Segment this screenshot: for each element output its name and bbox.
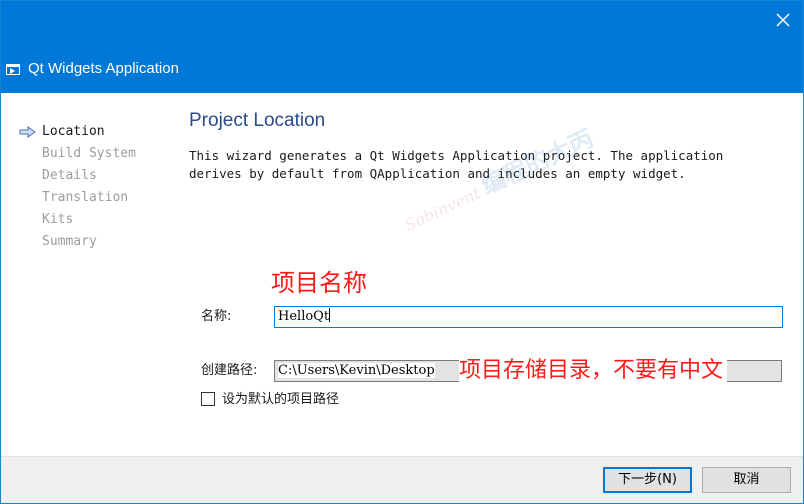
- window-title: Qt Widgets Application: [28, 60, 179, 77]
- step-kits: Kits: [19, 210, 136, 232]
- wizard-steps: Location Build System Details Translatio…: [19, 122, 136, 254]
- page-description: This wizard generates a Qt Widgets Appli…: [189, 147, 779, 182]
- step-translation: Translation: [19, 188, 136, 210]
- step-details: Details: [19, 166, 136, 188]
- arrow-right-icon: [19, 126, 36, 138]
- step-label: Location: [42, 124, 105, 139]
- close-icon: [776, 13, 790, 27]
- input-value: C:\Users\Kevin\Desktop: [278, 363, 435, 378]
- button-bar: 下一步(N) 取消: [1, 456, 803, 503]
- cancel-button[interactable]: 取消: [702, 467, 791, 493]
- wizard-window: Qt Widgets Application Location Build Sy…: [0, 0, 804, 504]
- description-line: This wizard generates a Qt Widgets Appli…: [189, 148, 724, 163]
- title-bar: Qt Widgets Application: [1, 1, 803, 93]
- next-button[interactable]: 下一步(N): [603, 467, 692, 493]
- step-label: Kits: [42, 212, 74, 227]
- path-annotation: 项目存储目录，不要有中文: [459, 356, 728, 386]
- step-label: Summary: [42, 234, 97, 249]
- close-button[interactable]: [765, 3, 801, 37]
- name-label: 名称:: [201, 309, 232, 324]
- step-location: Location: [19, 122, 136, 144]
- app-icon: [6, 64, 20, 75]
- name-annotation: 项目名称: [271, 269, 367, 297]
- set-default-path-label[interactable]: 设为默认的项目路径: [222, 391, 339, 409]
- description-line: derives by default from QApplication and…: [189, 165, 686, 181]
- step-summary: Summary: [19, 232, 136, 254]
- project-name-input[interactable]: HelloQt: [274, 306, 783, 328]
- step-label: Build System: [42, 146, 136, 161]
- page-title: Project Location: [189, 110, 326, 131]
- set-default-path-checkbox[interactable]: [201, 392, 215, 406]
- input-value: HelloQt: [278, 309, 330, 324]
- step-label: Translation: [42, 190, 129, 205]
- path-label: 创建路径:: [201, 363, 258, 378]
- step-build-system: Build System: [19, 144, 136, 166]
- step-label: Details: [42, 168, 97, 183]
- text-caret: [329, 308, 331, 322]
